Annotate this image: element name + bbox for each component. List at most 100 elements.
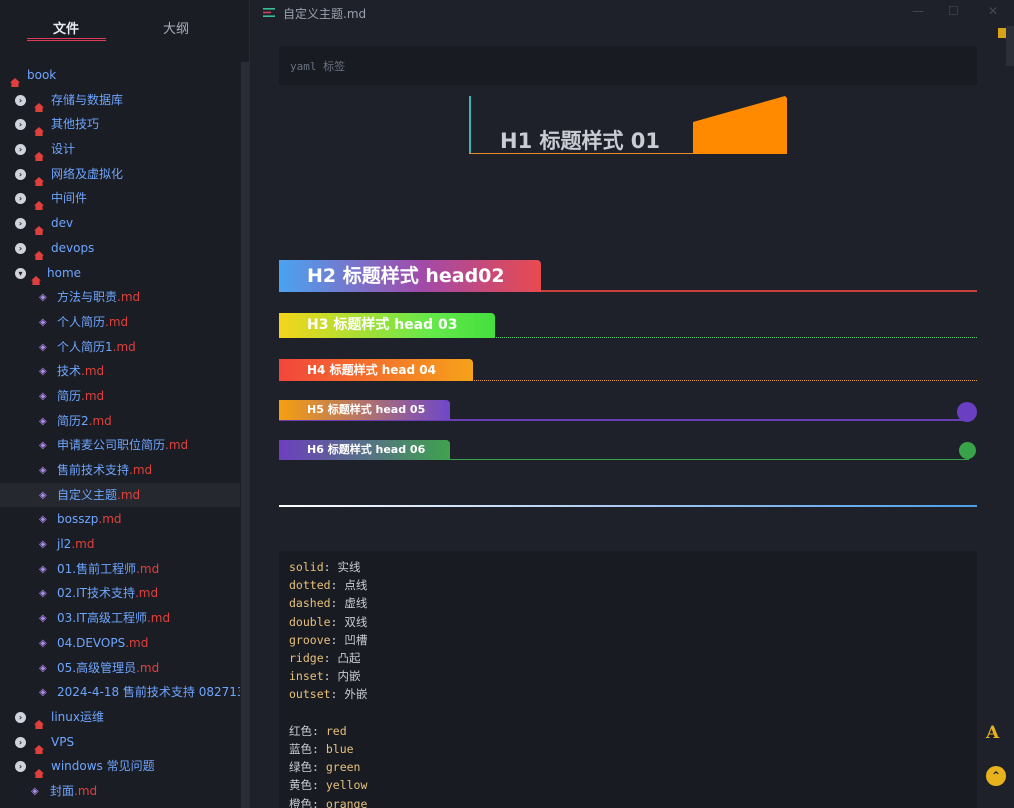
code-line: inset: 内嵌 [289, 668, 360, 684]
heading-h5[interactable]: H5 标题样式 head 05 [279, 400, 977, 424]
chevron-right-icon[interactable]: › [15, 119, 26, 131]
tree-file-item[interactable]: ◈ 简历2.md [0, 409, 240, 434]
editor-scrollbar[interactable] [1006, 26, 1014, 66]
tree-file-item[interactable]: ◈ 03.IT高级工程师.md [0, 606, 240, 631]
tree-folder-item[interactable]: › linux运维 [0, 705, 240, 730]
tree-file-item[interactable]: ◈ 05.高级管理员.md [0, 656, 240, 681]
close-icon[interactable]: ✕ [988, 4, 998, 18]
tree-file-item[interactable]: ◈ 个人简历.md [0, 310, 240, 335]
code-value: orange [325, 796, 368, 808]
sidebar-scrollbar[interactable] [241, 62, 249, 808]
chevron-down-icon[interactable]: ▾ [15, 267, 26, 279]
tree-file-item[interactable]: ◈ 个人简历1.md [0, 335, 240, 360]
tab-outline[interactable]: 大纲 [163, 18, 189, 37]
h1-left-border [469, 96, 471, 154]
code-value: red [325, 723, 347, 738]
code-key: dashed [289, 596, 331, 611]
code-line: 橙色: orange [289, 796, 367, 808]
file-icon: ◈ [39, 613, 47, 625]
tree-item-name: 其他技巧 [51, 117, 100, 132]
code-key: solid [289, 560, 324, 574]
tree-file-item[interactable]: ◈ 简历.md [0, 384, 240, 409]
heading-h2[interactable]: H2 标题样式 head02 [279, 260, 977, 294]
tree-file-item[interactable]: ◈ bosszp.md [0, 507, 240, 532]
heading-h1[interactable]: H1 标题样式 01 [469, 96, 789, 156]
tree-folder-item[interactable]: › VPS [0, 730, 240, 755]
home-icon [34, 244, 44, 260]
sidebar-tabs: 文件 大纲 [0, 0, 250, 56]
tree-file-item[interactable]: ◈ 04.DEVOPS.md [0, 631, 240, 656]
tree-folder-item[interactable]: › 网络及虚拟化 [0, 162, 240, 187]
heading-h3[interactable]: H3 标题样式 head 03 [279, 313, 977, 339]
chevron-right-icon[interactable]: › [15, 736, 26, 748]
maximize-icon[interactable]: ☐ [948, 4, 959, 18]
code-block[interactable]: solid: 实线 dotted: 点线 dashed: 虚线 double: 双线 g… [279, 551, 977, 808]
tree-item-name: 网络及虚拟化 [51, 166, 124, 181]
code-separator: : [323, 560, 338, 574]
tree-item-extension: .md [88, 413, 112, 428]
code-separator: : [323, 669, 338, 684]
tree-folder-item[interactable]: › 设计 [0, 137, 240, 162]
tree-folder-item[interactable]: book [0, 63, 240, 88]
chevron-up-icon[interactable]: ⌃ [986, 766, 1006, 786]
code-key: dotted [289, 578, 331, 593]
code-separator: : [312, 778, 326, 793]
tree-item-name: 2024-4-18 售前技术支持 082713 [57, 685, 240, 700]
tree-item-extension: .md [125, 635, 149, 650]
tab-files[interactable]: 文件 [53, 18, 79, 37]
tree-file-item[interactable]: ◈ 01.售前工程师.md [0, 557, 240, 582]
tree-item-name: windows 常见问题 [51, 759, 155, 774]
tree-folder-item[interactable]: › dev [0, 211, 240, 236]
chevron-right-icon[interactable]: › [15, 711, 26, 723]
chevron-right-icon[interactable]: › [15, 218, 26, 230]
tree-folder-item[interactable]: › 其他技巧 [0, 112, 240, 137]
tree-folder-item[interactable]: › 中间件 [0, 186, 240, 211]
tree-file-item[interactable]: ◈ 02.IT技术支持.md [0, 581, 240, 606]
menu-icon[interactable] [263, 8, 275, 17]
tree-item-label: 简历.md [57, 384, 104, 409]
tree-item-extension: .md [112, 339, 136, 354]
tree-item-name: linux运维 [51, 709, 104, 724]
tree-folder-item[interactable]: ▾ home [0, 261, 240, 286]
tree-folder-item[interactable]: › windows 常见问题 [0, 754, 240, 779]
chevron-right-icon[interactable]: › [15, 144, 26, 156]
code-separator: : [323, 651, 338, 665]
file-tree: book › 存储与数据库 › 其他技巧 › 设计 › 网络及虚拟化 › 中间件 › dev › devop… [0, 63, 240, 804]
code-separator: : [312, 796, 326, 808]
tree-item-label: 其他技巧 [51, 112, 99, 137]
tree-item-label: 中间件 [51, 186, 87, 211]
chevron-right-icon[interactable]: › [15, 242, 26, 254]
chevron-right-icon[interactable]: › [15, 761, 26, 773]
font-size-button[interactable]: A [986, 723, 999, 743]
h6-text: H6 标题样式 head 06 [279, 440, 450, 460]
tree-item-name: 售前技术支持 [57, 463, 130, 477]
chevron-right-icon[interactable]: › [15, 168, 26, 180]
tree-file-item[interactable]: ◈ 2024-4-18 售前技术支持 082713.r [0, 680, 240, 705]
tree-file-item[interactable]: ◈ 申请麦公司职位简历.md [0, 433, 240, 458]
tree-item-name: 设计 [51, 142, 76, 157]
tree-file-item[interactable]: ◈ jl2.md [0, 532, 240, 557]
tree-folder-item[interactable]: › devops [0, 236, 240, 261]
tree-item-name: 02.IT技术支持 [57, 586, 135, 601]
code-key: inset [289, 669, 324, 684]
tab-active-underline [27, 38, 106, 41]
tree-item-label: 方法与职责.md [57, 285, 140, 310]
file-icon: ◈ [31, 785, 39, 797]
tree-file-item[interactable]: ◈ 方法与职责.md [0, 285, 240, 310]
tree-item-name: 03.IT高级工程师 [57, 611, 147, 626]
tree-file-item[interactable]: ◈ 自定义主题.md [0, 482, 240, 508]
tree-folder-item[interactable]: › 存储与数据库 [0, 88, 240, 113]
tree-file-item[interactable]: ◈ 售前技术支持.md [0, 458, 240, 483]
minimize-icon[interactable]: — [912, 4, 924, 18]
h4-text: H4 标题样式 head 04 [279, 359, 473, 381]
chevron-right-icon[interactable]: › [15, 193, 26, 205]
yaml-front-matter[interactable]: yaml 标签 [279, 46, 977, 85]
code-value: 内嵌 [337, 669, 361, 684]
tree-file-item[interactable]: ◈ 技术.md [0, 359, 240, 384]
tree-file-item[interactable]: ◈ 封面.md [0, 779, 240, 804]
chevron-right-icon[interactable]: › [15, 94, 26, 106]
heading-h4[interactable]: H4 标题样式 head 04 [279, 359, 977, 382]
app-window: 文件 大纲 book › 存储与数据库 › 其他技巧 › 设计 › 网络及虚拟化 › 中间件 › dev… [0, 0, 1014, 808]
tree-item-extension: .md [117, 290, 141, 305]
heading-h6[interactable]: H6 标题样式 head 06 [279, 440, 977, 462]
